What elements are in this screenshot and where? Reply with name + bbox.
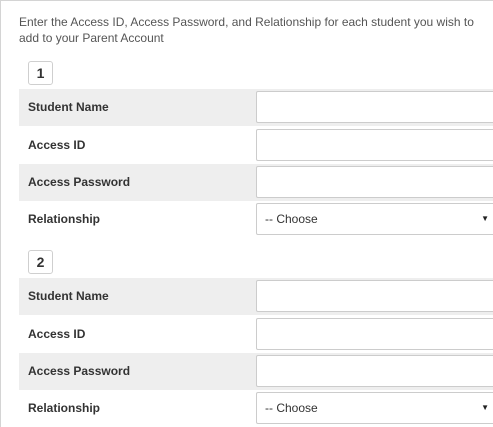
add-students-form: Enter the Access ID, Access Password, an… [0,0,493,427]
relationship-row: Relationship -- Choose ▼ [19,201,493,238]
student-name-input[interactable] [256,91,493,123]
student-name-row: Student Name [19,278,493,315]
relationship-select[interactable]: -- Choose ▼ [256,392,493,424]
student-name-row: Student Name [19,89,493,126]
student-number-badge: 1 [28,61,53,85]
relationship-selected-value: -- Choose [265,401,318,415]
access-id-input[interactable] [256,318,493,350]
access-password-label: Access Password [28,175,131,189]
access-password-label: Access Password [28,364,131,378]
caret-down-icon: ▼ [481,214,489,223]
relationship-label: Relationship [28,401,101,415]
student-number-badge: 2 [28,250,53,274]
relationship-selected-value: -- Choose [265,212,318,226]
access-id-label: Access ID [28,327,86,341]
caret-down-icon: ▼ [481,403,489,412]
access-password-row: Access Password [19,164,493,201]
access-id-row: Access ID [19,316,493,353]
relationship-row: Relationship -- Choose ▼ [19,390,493,427]
access-id-input[interactable] [256,129,493,161]
instructions-text: Enter the Access ID, Access Password, an… [19,15,474,45]
relationship-select[interactable]: -- Choose ▼ [256,203,493,235]
access-id-row: Access ID [19,127,493,164]
student-name-input[interactable] [256,280,493,312]
student-name-label: Student Name [28,100,109,114]
student-name-label: Student Name [28,289,109,303]
relationship-label: Relationship [28,212,101,226]
access-password-input[interactable] [256,166,493,198]
access-password-input[interactable] [256,355,493,387]
access-password-row: Access Password [19,353,493,390]
access-id-label: Access ID [28,138,86,152]
